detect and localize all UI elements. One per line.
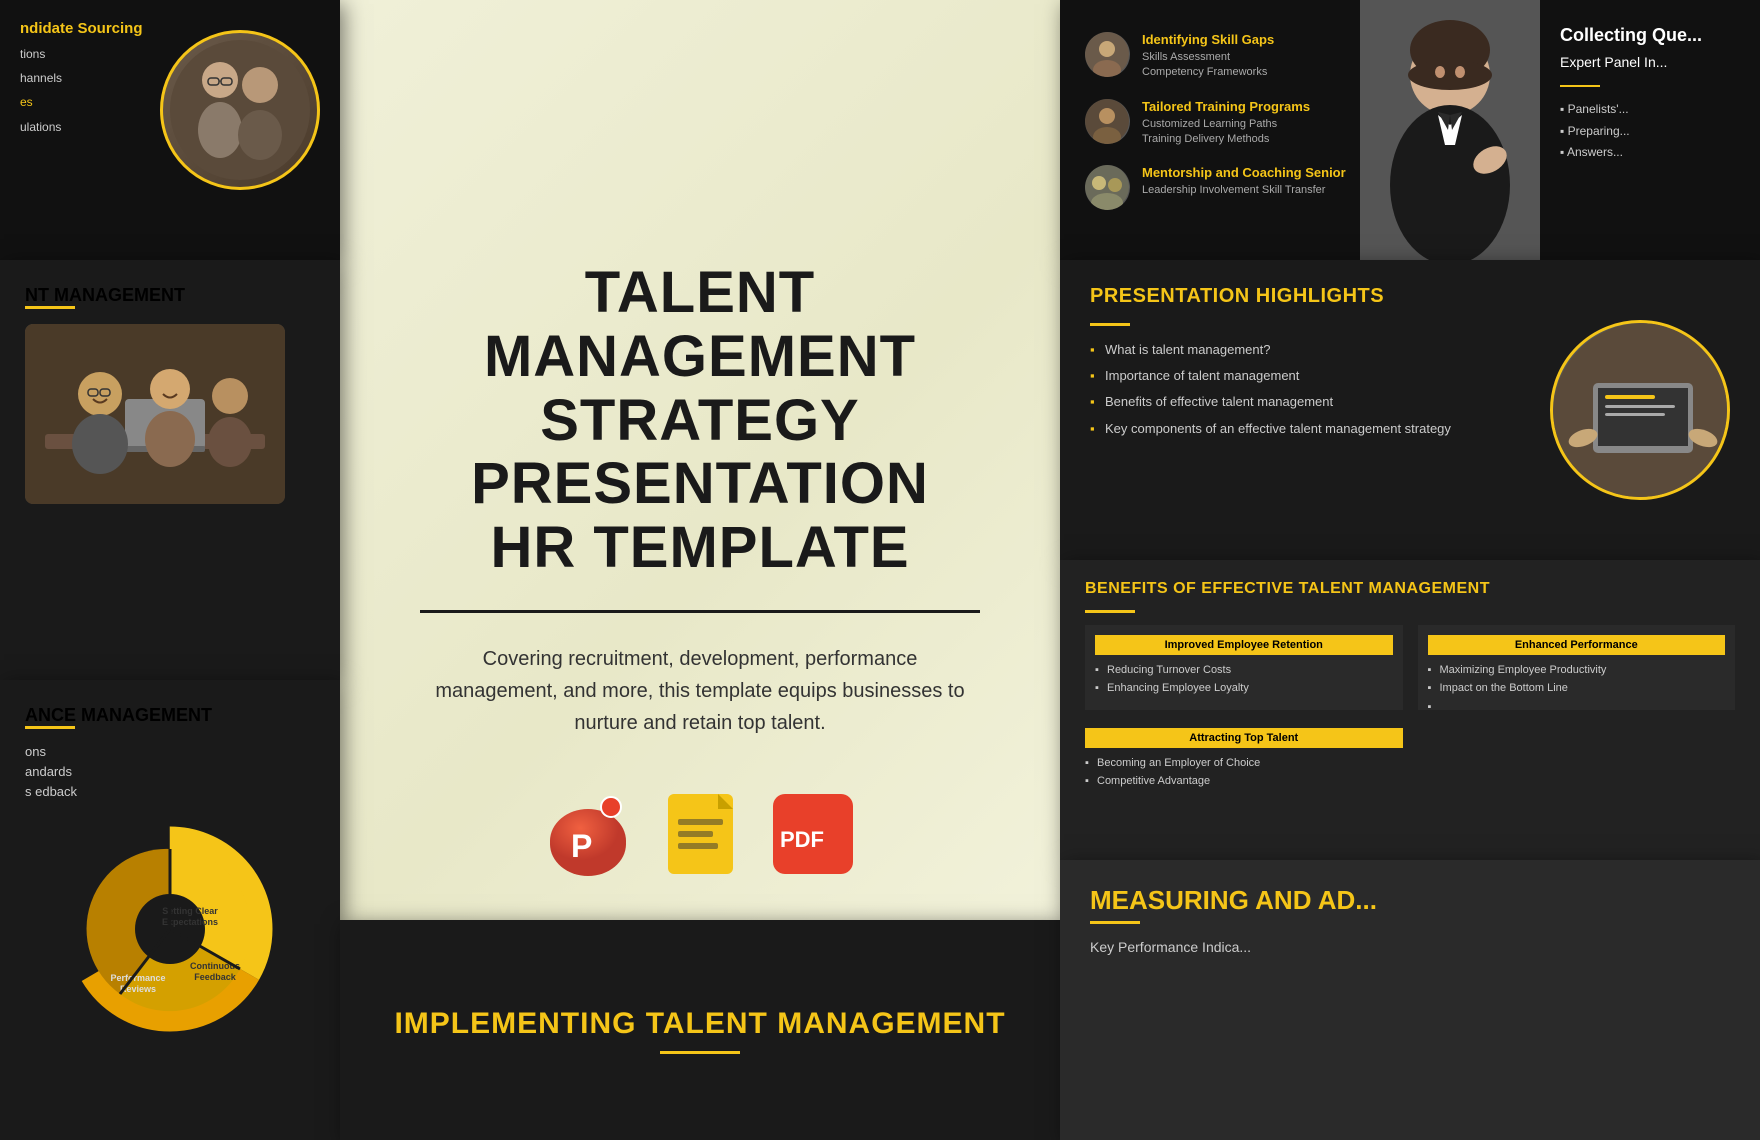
svg-text:Performance: Performance xyxy=(110,973,165,983)
measuring-title: MEASURING AND AD... xyxy=(1090,885,1730,916)
benefits-title: BENEFITS OF EFFECTIVE TALENT MANAGEMENT xyxy=(1085,580,1735,598)
candidate-sourcing-title: ndidate Sourcing xyxy=(20,20,145,37)
candidate-sourcing-panel: ndidate Sourcing tions hannels es ulatio… xyxy=(0,0,340,260)
expert-panel-subtitle: Expert Panel In... xyxy=(1560,54,1740,70)
implementing-underline xyxy=(660,1051,740,1054)
google-slides-icon xyxy=(663,789,738,879)
attracting-item-2: Competitive Advantage xyxy=(1085,774,1403,788)
perf-item-1: ons xyxy=(25,744,315,759)
nt-management-title: NT MANAGEMENT xyxy=(25,285,315,306)
talent-management-panel: NT MANAGEMENT xyxy=(0,260,340,680)
benefit-item-1-1: Reducing Turnover Costs xyxy=(1095,663,1393,677)
performance-title: ANCE MANAGEMENT xyxy=(25,705,315,726)
skill-desc-3: Leadership Involvement Skill Transfer xyxy=(1142,183,1346,198)
highlight-2: Importance of talent management xyxy=(1090,367,1530,385)
benefit-card-1: Improved Employee Retention Reducing Tur… xyxy=(1085,625,1403,710)
highlights-image xyxy=(1550,320,1730,500)
benefit-item-2-2: Impact on the Bottom Line xyxy=(1428,681,1726,695)
benefits-grid: Improved Employee Retention Reducing Tur… xyxy=(1085,625,1735,710)
benefit-header-2: Enhanced Performance xyxy=(1428,635,1726,655)
title-divider xyxy=(420,610,980,613)
implementing-panel: IMPLEMENTING TALENT MANAGEMENT xyxy=(340,920,1060,1140)
performance-management-panel: ANCE MANAGEMENT ons andards s edback Set… xyxy=(0,680,340,1140)
skill-icon-3 xyxy=(1085,165,1130,210)
presentation-highlights-panel: PRESENTATION HIGHLIGHTS What is talent m… xyxy=(1060,260,1760,560)
skill-icon-2 xyxy=(1085,99,1130,144)
skill-desc-1: Skills AssessmentCompetency Frameworks xyxy=(1142,50,1274,81)
highlight-1: What is talent management? xyxy=(1090,341,1530,359)
collecting-title: Collecting Que... xyxy=(1560,25,1740,46)
highlights-title: PRESENTATION HIGHLIGHTS xyxy=(1090,285,1530,308)
implementing-title: IMPLEMENTING TALENT MANAGEMENT xyxy=(394,1007,1005,1041)
benefits-panel: BENEFITS OF EFFECTIVE TALENT MANAGEMENT … xyxy=(1060,560,1760,860)
performance-chart: Setting Clear Expectations Continuous Fe… xyxy=(25,819,315,1039)
powerpoint-icon: P xyxy=(543,789,633,879)
attracting-header: Attracting Top Talent xyxy=(1085,728,1403,748)
svg-text:PDF: PDF xyxy=(780,827,824,852)
benefit-header-1: Improved Employee Retention xyxy=(1095,635,1393,655)
team-image xyxy=(25,324,285,504)
collecting-que-panel: Collecting Que... Expert Panel In... ▪ P… xyxy=(1360,0,1760,260)
pdf-icon: PDF xyxy=(768,789,858,879)
collecting-text: Collecting Que... Expert Panel In... ▪ P… xyxy=(1540,0,1760,260)
perf-item-2: andards xyxy=(25,764,315,779)
skill-title-1: Identifying Skill Gaps xyxy=(1142,32,1274,47)
highlight-3: Benefits of effective talent management xyxy=(1090,393,1530,411)
measuring-panel: MEASURING AND AD... Key Performance Indi… xyxy=(1060,860,1760,1140)
collecting-bullets: ▪ Panelists'... ▪ Preparing... ▪ Answers… xyxy=(1560,99,1740,164)
main-subtitle: Covering recruitment, development, perfo… xyxy=(420,643,980,739)
measuring-subtitle: Key Performance Indica... xyxy=(1090,939,1730,955)
attracting-section: Attracting Top Talent Becoming an Employ… xyxy=(1085,718,1735,793)
main-title: TALENT MANAGEMENT STRATEGY PRESENTATION … xyxy=(380,261,1020,580)
skill-desc-2: Customized Learning PathsTraining Delive… xyxy=(1142,117,1310,148)
skill-icon-1 xyxy=(1085,32,1130,77)
perf-item-3: s edback xyxy=(25,784,315,799)
svg-text:P: P xyxy=(571,828,592,864)
presenter-image xyxy=(1360,0,1540,260)
benefit-item-1-2: Enhancing Employee Loyalty xyxy=(1095,681,1393,695)
benefit-item-2-1: Maximizing Employee Productivity xyxy=(1428,663,1726,677)
attracting-item-1: Becoming an Employer of Choice xyxy=(1085,756,1403,770)
highlight-4: Key components of an effective talent ma… xyxy=(1090,420,1530,438)
skill-title-3: Mentorship and Coaching Senior xyxy=(1142,165,1346,180)
svg-text:Feedback: Feedback xyxy=(194,972,237,982)
format-icons-row: P PDF xyxy=(543,789,858,879)
candidate-sourcing-items: tions hannels es ulations xyxy=(20,45,145,137)
skill-title-2: Tailored Training Programs xyxy=(1142,99,1310,114)
benefit-card-2: Enhanced Performance Maximizing Employee… xyxy=(1418,625,1736,710)
